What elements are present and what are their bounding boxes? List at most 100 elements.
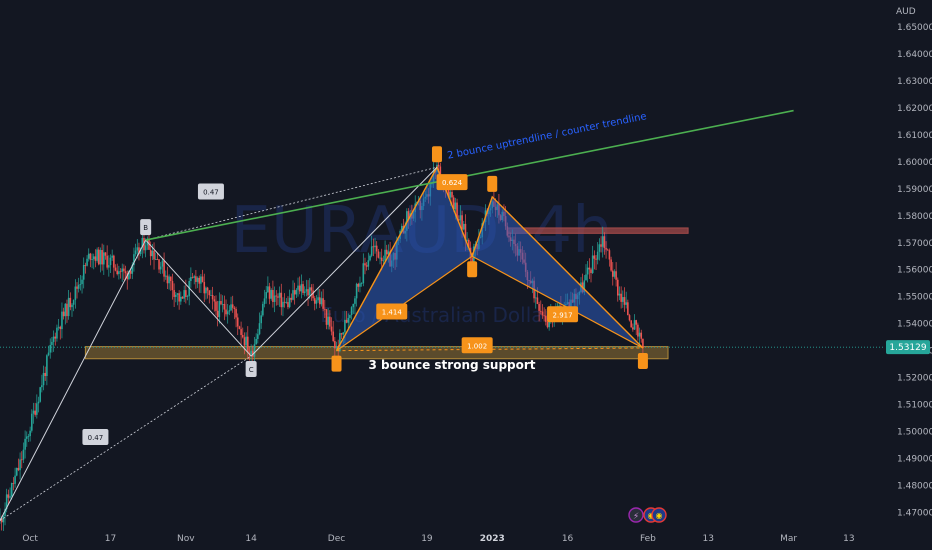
- abcd-ratio-label-text: 0.47: [203, 189, 219, 197]
- candle-body: [451, 191, 453, 198]
- candle-body: [354, 298, 356, 304]
- candle-body: [201, 276, 204, 282]
- lightning-icon: ⚡: [633, 512, 639, 522]
- candle-body: [622, 297, 624, 302]
- candle-body: [638, 332, 641, 337]
- candle-body: [297, 285, 299, 290]
- candle-body: [34, 410, 36, 415]
- candle-body: [317, 297, 319, 301]
- price-tick-label: 1.52000: [897, 374, 932, 384]
- candle-body: [39, 387, 41, 402]
- price-tick-label: 1.55000: [897, 293, 932, 303]
- candle-body: [208, 290, 211, 296]
- candle-body: [320, 298, 323, 305]
- candle-body: [618, 293, 621, 296]
- candle-body: [69, 297, 72, 308]
- candle-body: [84, 265, 87, 266]
- candle-body: [164, 275, 167, 277]
- price-tick-label: 1.61000: [897, 131, 932, 141]
- candle-body: [136, 247, 139, 251]
- candle-body: [158, 259, 160, 270]
- candle-body: [231, 304, 234, 308]
- last-price-label: 1.53129: [889, 343, 926, 353]
- candle-body: [32, 410, 35, 414]
- candle-body: [59, 326, 62, 330]
- harmonic-ratio-label-text: 0.624: [442, 179, 463, 187]
- candle-body: [374, 245, 376, 248]
- price-chart[interactable]: EURAUD 4h Euro / Australian Dollar BC0.4…: [0, 0, 932, 550]
- candle-body: [124, 271, 127, 274]
- candle-body: [17, 467, 20, 471]
- price-tick-label: 1.62000: [897, 104, 932, 114]
- candle-body: [12, 483, 15, 484]
- candle-body: [221, 303, 224, 305]
- candle-body: [96, 249, 98, 261]
- candle-body: [385, 249, 388, 255]
- candle-body: [92, 256, 95, 260]
- resistance-zone[interactable]: [506, 227, 689, 234]
- candle-body: [113, 255, 115, 268]
- candle-body: [272, 290, 274, 302]
- price-tick-label: 1.57000: [897, 239, 932, 249]
- candle-body: [273, 295, 276, 302]
- time-tick-label: 16: [562, 534, 574, 544]
- harmonic-point-label-box: [637, 352, 648, 369]
- candle-body: [200, 276, 202, 284]
- candle-body: [359, 283, 361, 287]
- harmonic-ratio-label-text: 1.002: [467, 342, 487, 350]
- candle-body: [332, 331, 334, 342]
- candle-body: [437, 164, 440, 167]
- candle-body: [62, 311, 65, 317]
- candle-body: [379, 257, 381, 259]
- candle-body: [369, 255, 371, 261]
- candle-body: [377, 251, 380, 258]
- candle-body: [637, 324, 639, 337]
- candle-body: [280, 292, 283, 308]
- candle-body: [344, 319, 346, 333]
- candle-body: [633, 320, 636, 330]
- candle-body: [233, 307, 236, 310]
- time-tick-label: 2023: [480, 534, 505, 544]
- candle-body: [205, 287, 207, 294]
- candle-body: [593, 255, 596, 259]
- candle-body: [27, 436, 30, 437]
- candle-body: [91, 259, 93, 261]
- harmonic-point-label-box: [431, 146, 442, 163]
- candle-body: [66, 303, 68, 317]
- candle-body: [97, 249, 100, 265]
- candle-body: [355, 283, 358, 299]
- candle-body: [51, 341, 53, 345]
- event-badges[interactable]: ⚡ ◉ ◉: [628, 507, 667, 523]
- candle-body: [258, 323, 261, 335]
- candle-body: [19, 459, 21, 471]
- candle-body: [611, 270, 614, 277]
- time-tick-label: Oct: [22, 534, 38, 544]
- candle-body: [94, 256, 97, 261]
- candle-body: [250, 350, 252, 355]
- time-tick-label: Mar: [780, 534, 797, 544]
- candle-body: [168, 276, 170, 284]
- candle-body: [290, 297, 293, 300]
- support-zone[interactable]: [84, 346, 669, 360]
- candle-body: [25, 436, 28, 439]
- candle-body: [541, 311, 544, 316]
- candle-body: [198, 277, 201, 284]
- candle-body: [600, 244, 602, 247]
- candle-body: [129, 270, 132, 274]
- candle-body: [87, 253, 90, 259]
- candle-body: [267, 286, 269, 293]
- candle-body: [370, 246, 373, 256]
- candle-body: [89, 253, 92, 260]
- candle-body: [300, 284, 303, 292]
- candle-body: [20, 459, 23, 461]
- candle-body: [183, 290, 185, 299]
- candle-body: [605, 248, 607, 250]
- candle-body: [546, 321, 549, 328]
- candle-body: [86, 258, 88, 266]
- candle-body: [245, 336, 247, 346]
- harmonic-point-label-box: [487, 175, 498, 192]
- candle-body: [283, 301, 286, 303]
- candle-body: [292, 290, 294, 300]
- price-axis[interactable]: AUD 1.47000 1.48000 1.49000 1.50000 1.51000 1…: [884, 0, 932, 550]
- candle-body: [37, 401, 40, 404]
